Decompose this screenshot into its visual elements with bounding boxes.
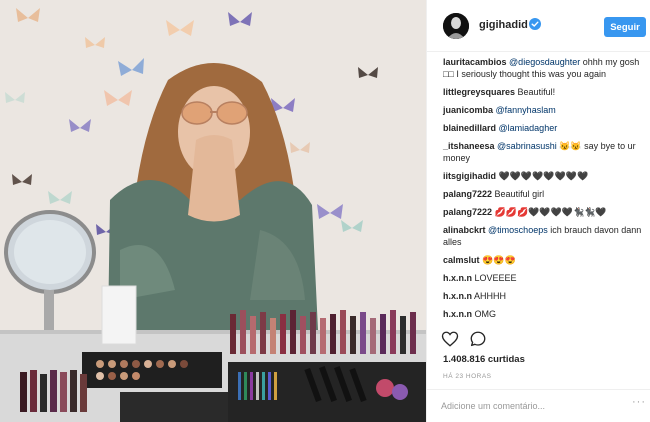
comment-text: 🖤🖤🖤🖤🖤🖤🖤🖤 [498, 171, 589, 181]
instagram-post: gigihadid Seguir lauritacambios @diegosd… [0, 0, 650, 422]
comment-item: _itshaneesa @sabrinasushi 😼😼 say bye to … [443, 140, 643, 164]
comment-text: LOVEEEE [474, 273, 517, 283]
post-sidebar: gigihadid Seguir lauritacambios @diegosd… [426, 0, 650, 422]
comment-item: calmslut 😍😍😍 [443, 254, 643, 266]
comment-username[interactable]: h.x.n.n [443, 309, 472, 319]
comment-username[interactable]: calmslut [443, 255, 480, 265]
comment-item: juanicomba @fannyhaslam [443, 104, 643, 116]
heart-icon[interactable] [441, 330, 459, 348]
comment-item: h.x.n.n AHHHH [443, 290, 643, 302]
avatar[interactable] [443, 13, 469, 39]
comment-mention[interactable]: @diegosdaughter [509, 57, 580, 67]
comment-username[interactable]: h.x.n.n [443, 291, 472, 301]
comment-text: Beautiful girl [494, 189, 545, 199]
comment-username[interactable]: lauritacambios [443, 57, 507, 67]
comment-item: palang7222 💋💋💋🖤🖤🖤🖤🐈‍⬛🐈‍⬛🖤 [443, 206, 643, 218]
comment-username[interactable]: juanicomba [443, 105, 493, 115]
comment-icon[interactable] [469, 330, 487, 348]
comment-username[interactable]: palang7222 [443, 207, 492, 217]
comment-item: alinabckrt @timoschoeps ich brauch davon… [443, 224, 643, 248]
comment-item: palang7222 Beautiful girl [443, 188, 643, 200]
verified-badge-icon [529, 18, 541, 30]
comment-item: lauritacambios @diegosdaughter ohhh my g… [443, 56, 643, 80]
comment-mention[interactable]: @timoschoeps [488, 225, 548, 235]
comment-text: 💋💋💋🖤🖤🖤🖤🐈‍⬛🐈‍⬛🖤 [494, 207, 607, 217]
follow-button[interactable]: Seguir [604, 17, 646, 37]
likes-count[interactable]: 1.408.816 curtidas [443, 354, 525, 365]
post-header: gigihadid Seguir [427, 0, 650, 52]
comment-username[interactable]: littlegreysquares [443, 87, 515, 97]
comment-text: Beautiful! [517, 87, 556, 97]
comment-mention[interactable]: @fannyhaslam [496, 105, 556, 115]
comment-username[interactable]: alinabckrt [443, 225, 486, 235]
post-timestamp: HÁ 23 HORAS [443, 373, 492, 380]
username[interactable]: gigihadid [479, 19, 528, 31]
post-photo[interactable] [0, 0, 426, 422]
comment-text: AHHHH [474, 291, 507, 301]
comment-mention[interactable]: @sabrinasushi [497, 141, 557, 151]
post-photo-illustration [0, 0, 426, 422]
comment-username[interactable]: blainedillard [443, 123, 496, 133]
comments-list: lauritacambios @diegosdaughter ohhh my g… [443, 56, 643, 326]
comment-item: h.x.n.n OMG [443, 308, 643, 320]
comment-input[interactable] [441, 398, 611, 414]
comment-mention[interactable]: @lamiadagher [499, 123, 558, 133]
more-options-icon[interactable]: ··· [632, 396, 646, 408]
comment-item: h.x.n.n LOVEEEE [443, 272, 643, 284]
comment-username[interactable]: palang7222 [443, 189, 492, 199]
comment-username[interactable]: _itshaneesa [443, 141, 495, 151]
comment-text: 😍😍😍 [482, 255, 516, 265]
post-actions [439, 330, 639, 350]
add-comment-bar: ··· [427, 389, 650, 422]
comment-item: littlegreysquares Beautiful! [443, 86, 643, 98]
comment-item: blainedillard @lamiadagher [443, 122, 643, 134]
comment-username[interactable]: h.x.n.n [443, 273, 472, 283]
comment-username[interactable]: iitsgigihadid [443, 171, 496, 181]
comment-text: OMG [474, 309, 497, 319]
comment-item: iitsgigihadid 🖤🖤🖤🖤🖤🖤🖤🖤 [443, 170, 643, 182]
